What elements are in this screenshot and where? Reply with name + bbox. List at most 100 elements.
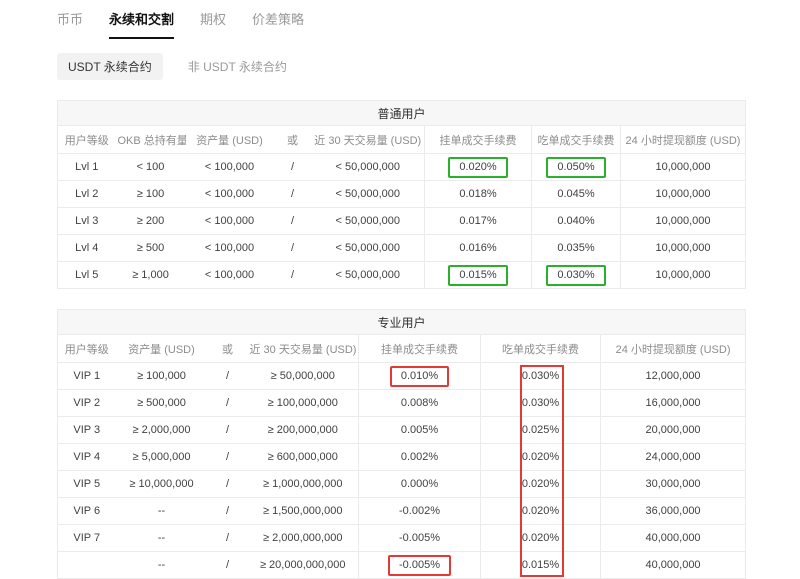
cell: / (274, 154, 312, 181)
cell: Lvl 3 (58, 208, 116, 235)
column-header: 资产量 (USD) (186, 126, 274, 154)
column-header-row: 用户等级OKB 总持有量资产量 (USD)或近 30 天交易量 (USD)挂单成… (58, 126, 746, 154)
red-highlight-box: -0.005% (388, 555, 451, 576)
cell: / (274, 181, 312, 208)
table-row: VIP 2≥ 500,000/≥ 100,000,0000.008%0.030%… (58, 390, 746, 417)
cell: -0.002% (359, 498, 481, 525)
cell: ≥ 20,000,000,000 (248, 552, 359, 579)
column-header: 挂单成交手续费 (359, 335, 481, 363)
cell: ≥ 100,000,000 (248, 390, 359, 417)
table-title-row: 普通用户 (58, 101, 746, 126)
cell: 40,000,000 (601, 552, 746, 579)
cell: < 100,000 (186, 154, 274, 181)
cell: / (208, 417, 248, 444)
table-row: Lvl 2≥ 100< 100,000/< 50,000,0000.018%0.… (58, 181, 746, 208)
table-row: --/≥ 20,000,000,000-0.005%0.015%40,000,0… (58, 552, 746, 579)
cell: -- (116, 552, 208, 579)
column-header: 吃单成交手续费 (481, 335, 601, 363)
subtab-usdt-perpetual[interactable]: USDT 永续合约 (57, 53, 163, 80)
cell: / (274, 208, 312, 235)
cell: VIP 3 (58, 417, 116, 444)
cell: ≥ 600,000,000 (248, 444, 359, 471)
table-row: VIP 3≥ 2,000,000/≥ 200,000,0000.005%0.02… (58, 417, 746, 444)
cell: 10,000,000 (621, 208, 746, 235)
cell: ≥ 10,000,000 (116, 471, 208, 498)
cell: 0.000% (359, 471, 481, 498)
cell: 0.040% (532, 208, 621, 235)
cell: 0.020% (481, 471, 601, 498)
subtab-non-usdt-perpetual[interactable]: 非 USDT 永续合约 (177, 53, 298, 80)
cell: VIP 6 (58, 498, 116, 525)
red-highlight-box: 0.010% (390, 366, 449, 387)
cell: 10,000,000 (621, 154, 746, 181)
cell: 10,000,000 (621, 262, 746, 289)
column-header: 或 (208, 335, 248, 363)
table-row: VIP 6--/≥ 1,500,000,000-0.002%0.020%36,0… (58, 498, 746, 525)
green-highlight-box: 0.030% (546, 265, 605, 286)
cell: 0.008% (359, 390, 481, 417)
cell: ≥ 500 (116, 235, 186, 262)
cell: 0.030% (532, 262, 621, 289)
cell: Lvl 2 (58, 181, 116, 208)
table-row: VIP 7--/≥ 2,000,000,000-0.005%0.020%40,0… (58, 525, 746, 552)
cell: < 50,000,000 (312, 181, 425, 208)
cell: 0.020% (481, 525, 601, 552)
tab-spread-strategy[interactable]: 价差策略 (252, 9, 304, 39)
table-title: 普通用户 (58, 101, 746, 126)
cell: VIP 4 (58, 444, 116, 471)
table-row: VIP 5≥ 10,000,000/≥ 1,000,000,0000.000%0… (58, 471, 746, 498)
cell: 0.030% (481, 363, 601, 390)
cell: ≥ 5,000,000 (116, 444, 208, 471)
cell: 10,000,000 (621, 181, 746, 208)
fee-page: 币币永续和交割期权价差策略 USDT 永续合约非 USDT 永续合约 普通用户用… (0, 0, 800, 579)
cell: 0.005% (359, 417, 481, 444)
cell: 12,000,000 (601, 363, 746, 390)
cell: ≥ 200,000,000 (248, 417, 359, 444)
table-title: 专业用户 (58, 310, 746, 335)
column-header: 用户等级 (58, 126, 116, 154)
cell: VIP 7 (58, 525, 116, 552)
green-highlight-box: 0.050% (546, 157, 605, 178)
column-header: 24 小时提现额度 (USD) (621, 126, 746, 154)
column-header: 24 小时提现额度 (USD) (601, 335, 746, 363)
tab-options[interactable]: 期权 (200, 9, 226, 39)
cell: < 50,000,000 (312, 154, 425, 181)
cell: Lvl 1 (58, 154, 116, 181)
cell: 0.015% (425, 262, 532, 289)
cell: ≥ 1,000,000,000 (248, 471, 359, 498)
cell: -0.005% (359, 525, 481, 552)
cell: Lvl 4 (58, 235, 116, 262)
tab-perpetual-delivery[interactable]: 永续和交割 (109, 9, 174, 39)
cell: ≥ 50,000,000 (248, 363, 359, 390)
cell: < 100,000 (186, 262, 274, 289)
cell: / (208, 525, 248, 552)
cell: 30,000,000 (601, 471, 746, 498)
column-header: 用户等级 (58, 335, 116, 363)
table-row: VIP 4≥ 5,000,000/≥ 600,000,0000.002%0.02… (58, 444, 746, 471)
cell: ≥ 500,000 (116, 390, 208, 417)
green-highlight-box: 0.020% (448, 157, 507, 178)
cell: 20,000,000 (601, 417, 746, 444)
cell: < 50,000,000 (312, 262, 425, 289)
cell: < 100 (116, 154, 186, 181)
cell: / (208, 498, 248, 525)
cell: VIP 2 (58, 390, 116, 417)
cell: Lvl 5 (58, 262, 116, 289)
cell: ≥ 200 (116, 208, 186, 235)
cell: VIP 5 (58, 471, 116, 498)
cell: / (208, 471, 248, 498)
column-header: 挂单成交手续费 (425, 126, 532, 154)
table-row: Lvl 5≥ 1,000< 100,000/< 50,000,0000.015%… (58, 262, 746, 289)
table-row: Lvl 1< 100< 100,000/< 50,000,000 0.020% 0.… (58, 154, 746, 181)
cell: VIP 1 (58, 363, 116, 390)
cell: -- (116, 525, 208, 552)
column-header: 资产量 (USD) (116, 335, 208, 363)
table-row: Lvl 3≥ 200< 100,000/< 50,000,0000.017%0.… (58, 208, 746, 235)
column-header: 近 30 天交易量 (USD) (248, 335, 359, 363)
cell: / (274, 235, 312, 262)
cell: 0.020% (481, 444, 601, 471)
cell: ≥ 2,000,000 (116, 417, 208, 444)
main-tabs: 币币永续和交割期权价差策略 (57, 0, 800, 39)
cell: -- (116, 498, 208, 525)
tab-spot[interactable]: 币币 (57, 9, 83, 39)
